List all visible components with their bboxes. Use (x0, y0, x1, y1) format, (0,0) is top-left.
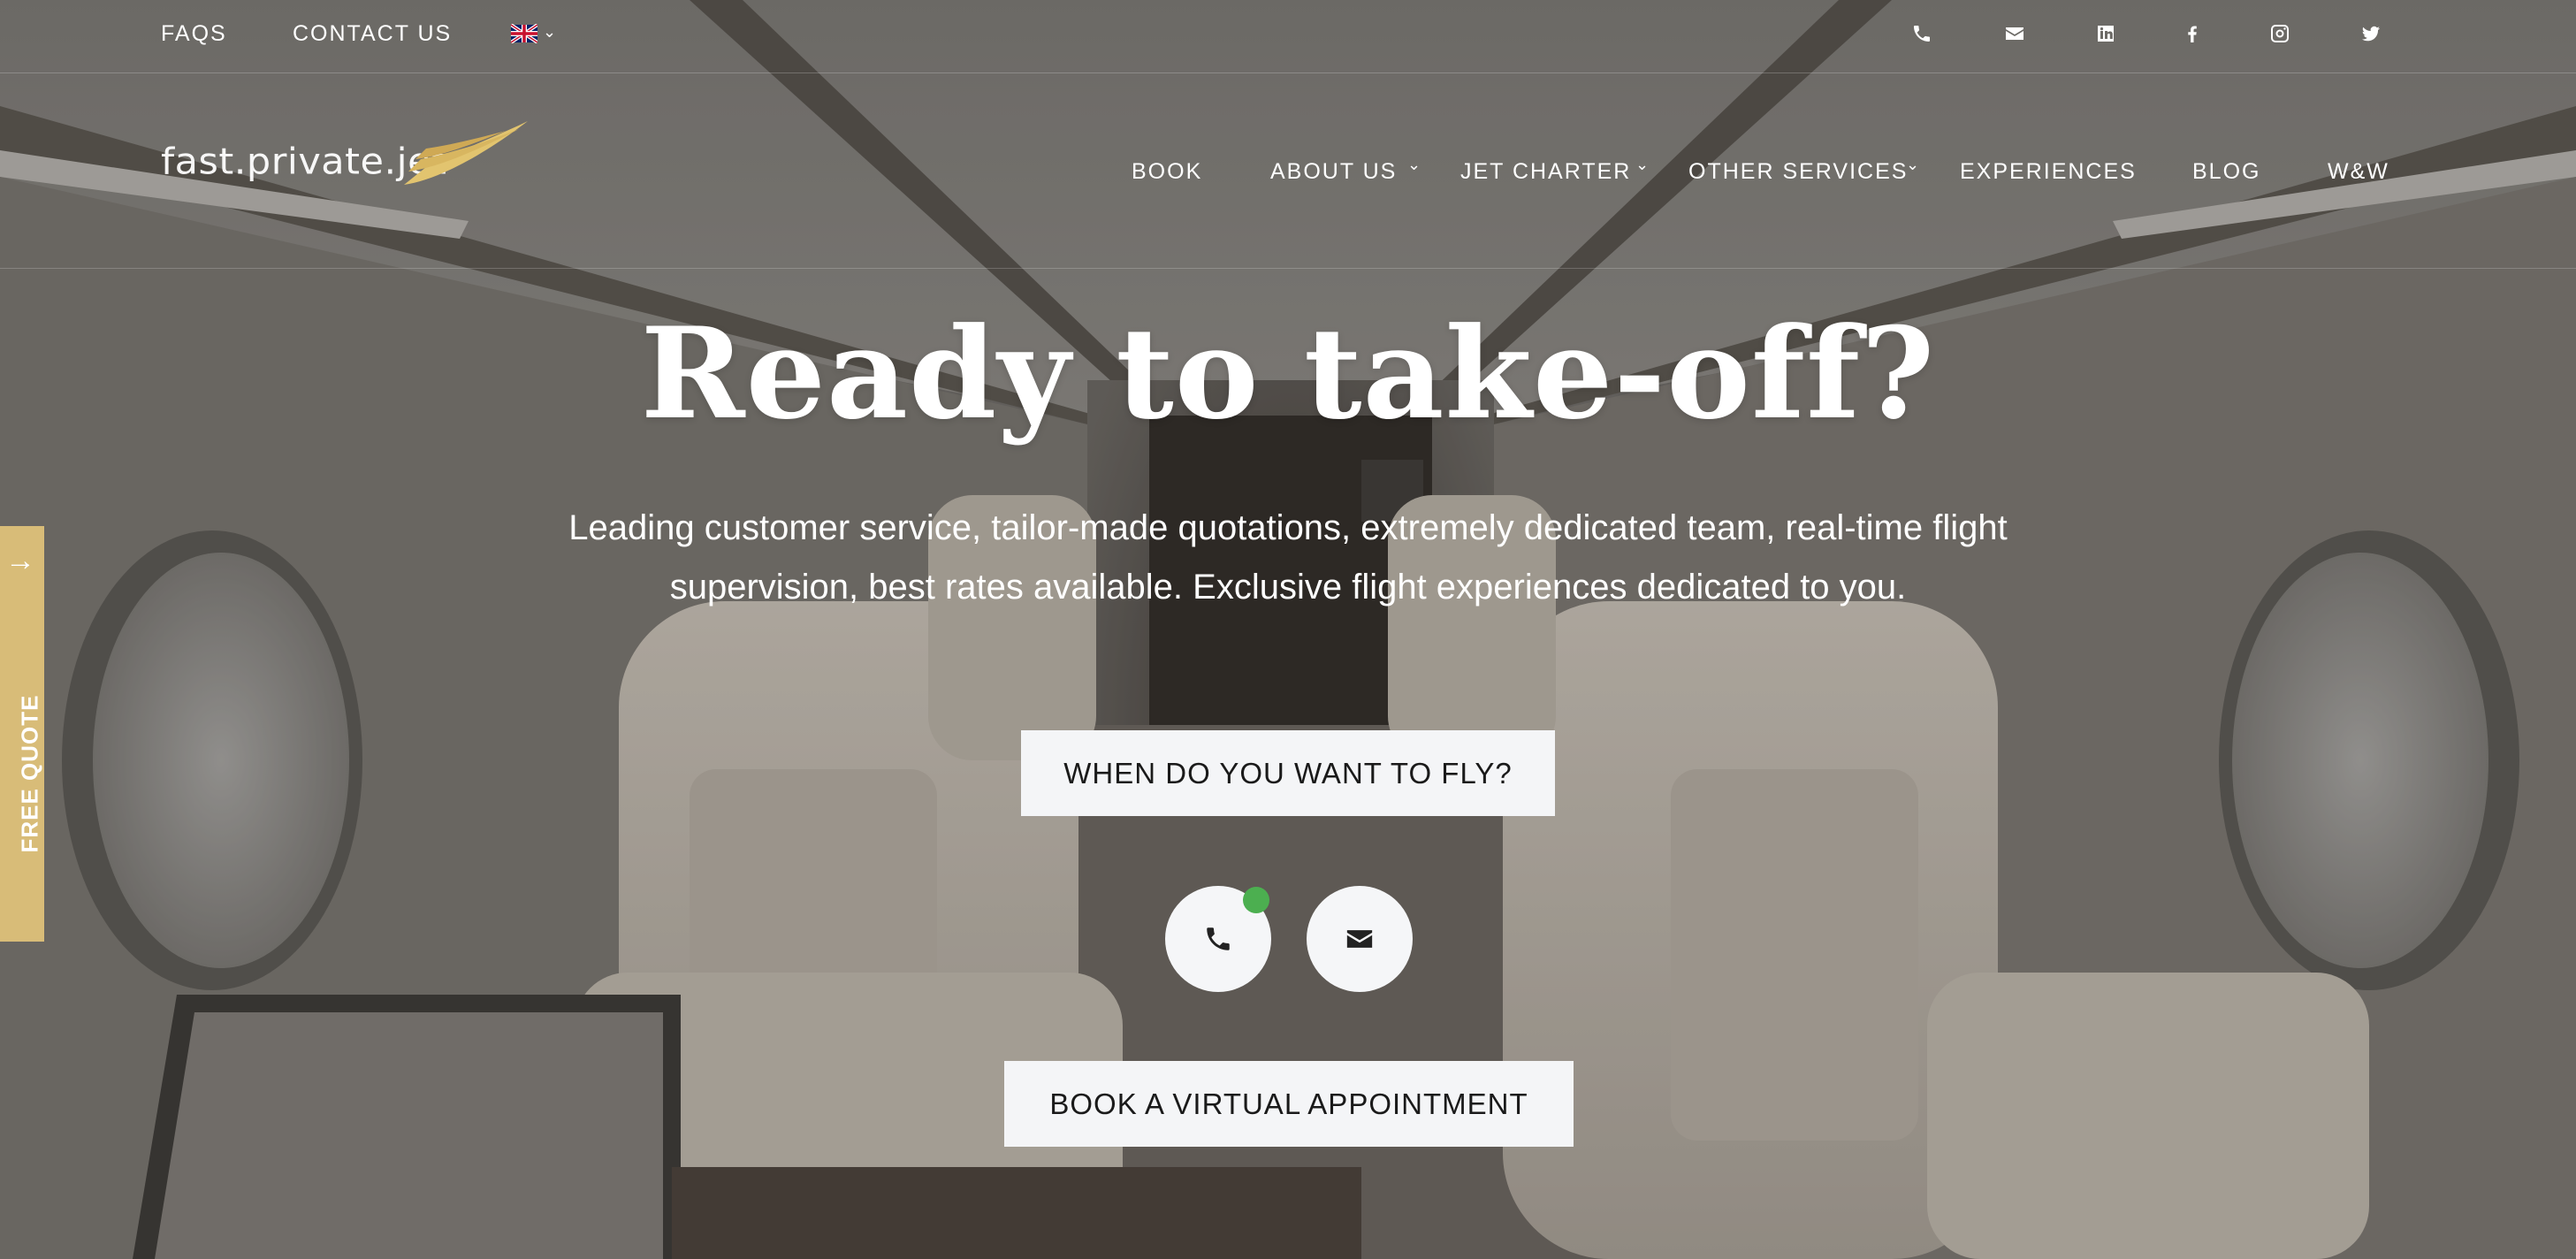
nav-w-and-w[interactable]: W&W (2328, 159, 2389, 185)
phone-icon (1207, 927, 1230, 950)
main-navigation: fast.private.jet BOOK ABOUT US ⌄ JET CHA… (0, 74, 2576, 269)
envelope-icon (1346, 930, 1373, 948)
free-quote-label: FREE QUOTE (16, 694, 43, 853)
language-chevron-down-icon[interactable]: ⌄ (543, 23, 556, 42)
email-button[interactable] (1307, 886, 1413, 992)
instagram-icon[interactable] (2264, 18, 2296, 50)
envelope-icon[interactable] (1999, 18, 2031, 50)
linkedin-icon[interactable] (2090, 18, 2122, 50)
online-status-dot (1243, 887, 1269, 913)
nav-experiences[interactable]: EXPERIENCES (1960, 159, 2137, 185)
nav-about-us[interactable]: ABOUT US (1270, 159, 1397, 185)
nav-other-services[interactable]: OTHER SERVICES (1688, 159, 1908, 185)
site-logo[interactable]: fast.private.jet (161, 118, 532, 216)
wing-logo-icon (404, 121, 528, 185)
book-virtual-appointment-button[interactable]: BOOK A VIRTUAL APPOINTMENT (1004, 1061, 1574, 1147)
facebook-icon[interactable] (2176, 18, 2208, 50)
nav-jet-charter[interactable]: JET CHARTER (1460, 159, 1631, 185)
page: FAQS CONTACT US ⌄ fast.private.jet BOOK … (0, 0, 2576, 1259)
nav-book[interactable]: BOOK (1132, 159, 1202, 185)
twitter-icon[interactable] (2355, 18, 2387, 50)
top-utility-bar: FAQS CONTACT US ⌄ (0, 0, 2576, 73)
contact-us-link[interactable]: CONTACT US (293, 21, 452, 47)
faqs-link[interactable]: FAQS (161, 21, 227, 47)
nav-blog[interactable]: BLOG (2192, 159, 2260, 185)
hero-subtitle: Leading customer service, tailor-made qu… (568, 508, 2008, 607)
when-do-you-want-to-fly-button[interactable]: WHEN DO YOU WANT TO FLY? (1021, 730, 1555, 816)
jet-charter-chevron-down-icon[interactable]: ⌄ (1635, 156, 1649, 174)
phone-icon[interactable] (1906, 18, 1938, 50)
about-us-chevron-down-icon[interactable]: ⌄ (1407, 156, 1421, 174)
hero-title: Ready to take-off? (640, 301, 1936, 447)
uk-flag-icon[interactable] (511, 24, 537, 43)
free-quote-side-tab[interactable]: → FREE QUOTE (0, 526, 44, 942)
arrow-right-icon: → (5, 544, 35, 577)
other-services-chevron-down-icon[interactable]: ⌄ (1906, 156, 1919, 174)
